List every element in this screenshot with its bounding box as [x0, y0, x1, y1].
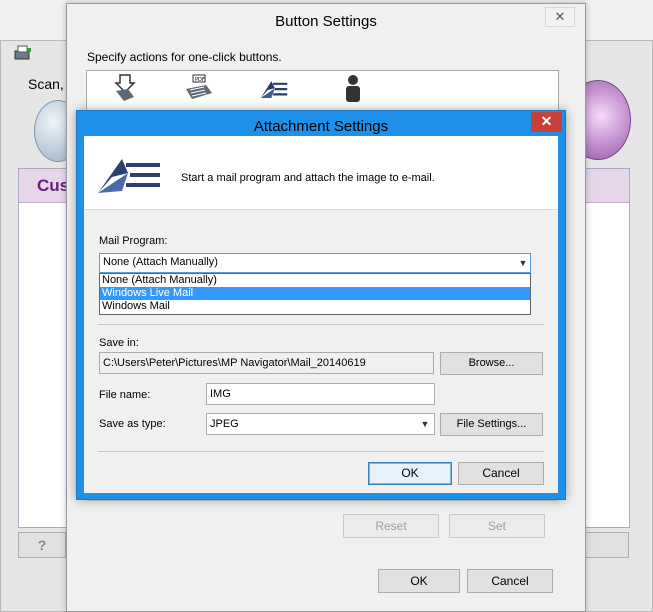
ok-button[interactable]: OK: [368, 462, 452, 485]
pdf-icon[interactable]: PDF: [184, 73, 214, 103]
app-icon: [14, 45, 31, 60]
reset-button[interactable]: Reset: [343, 514, 439, 538]
mail-program-label: Mail Program:: [99, 235, 168, 247]
person-icon[interactable]: [338, 73, 368, 103]
file-settings-button[interactable]: File Settings...: [440, 413, 543, 436]
cancel-button[interactable]: Cancel: [458, 462, 544, 485]
mail-icon[interactable]: [259, 75, 289, 105]
button-settings-ok-button[interactable]: OK: [378, 569, 460, 593]
attachment-settings-title: Attachment Settings: [253, 118, 389, 135]
set-button[interactable]: Set: [449, 514, 545, 538]
attachment-settings-close-button[interactable]: ✕: [531, 112, 562, 132]
divider: [98, 324, 544, 325]
file-name-input[interactable]: IMG: [206, 383, 435, 405]
custom-panel-header-right: [580, 169, 629, 203]
button-settings-divider: [87, 500, 557, 501]
help-button[interactable]: ?: [18, 532, 66, 558]
button-settings-title: Button Settings: [275, 13, 377, 30]
button-settings-close-button[interactable]: ✕: [545, 7, 575, 27]
mail-program-option[interactable]: Windows Mail: [100, 300, 530, 313]
mail-program-option-selected[interactable]: Windows Live Mail: [100, 287, 530, 300]
browse-button[interactable]: Browse...: [440, 352, 543, 375]
mail-program-option[interactable]: None (Attach Manually): [100, 274, 530, 287]
scan-label: Scan,: [28, 76, 64, 92]
button-settings-description: Specify actions for one-click buttons.: [87, 50, 282, 64]
chevron-down-icon[interactable]: ▼: [516, 255, 530, 271]
mail-program-value: None (Attach Manually): [103, 256, 218, 268]
svg-text:PDF: PDF: [195, 77, 205, 83]
save-in-field: C:\Users\Peter\Pictures\MP Navigator\Mai…: [99, 352, 434, 374]
divider: [98, 451, 544, 452]
file-name-label: File name:: [99, 389, 151, 401]
chevron-down-icon[interactable]: ▼: [418, 415, 432, 433]
save-to-pc-icon[interactable]: [110, 73, 140, 103]
mail-icon: [98, 159, 160, 193]
save-as-type-select[interactable]: JPEG: [206, 413, 435, 435]
save-as-type-label: Save as type:: [99, 418, 166, 430]
attachment-settings-description: Start a mail program and attach the imag…: [181, 172, 435, 184]
button-settings-cancel-button[interactable]: Cancel: [467, 569, 553, 593]
custom-panel-title: Cus: [37, 176, 70, 195]
save-in-label: Save in:: [99, 337, 139, 349]
